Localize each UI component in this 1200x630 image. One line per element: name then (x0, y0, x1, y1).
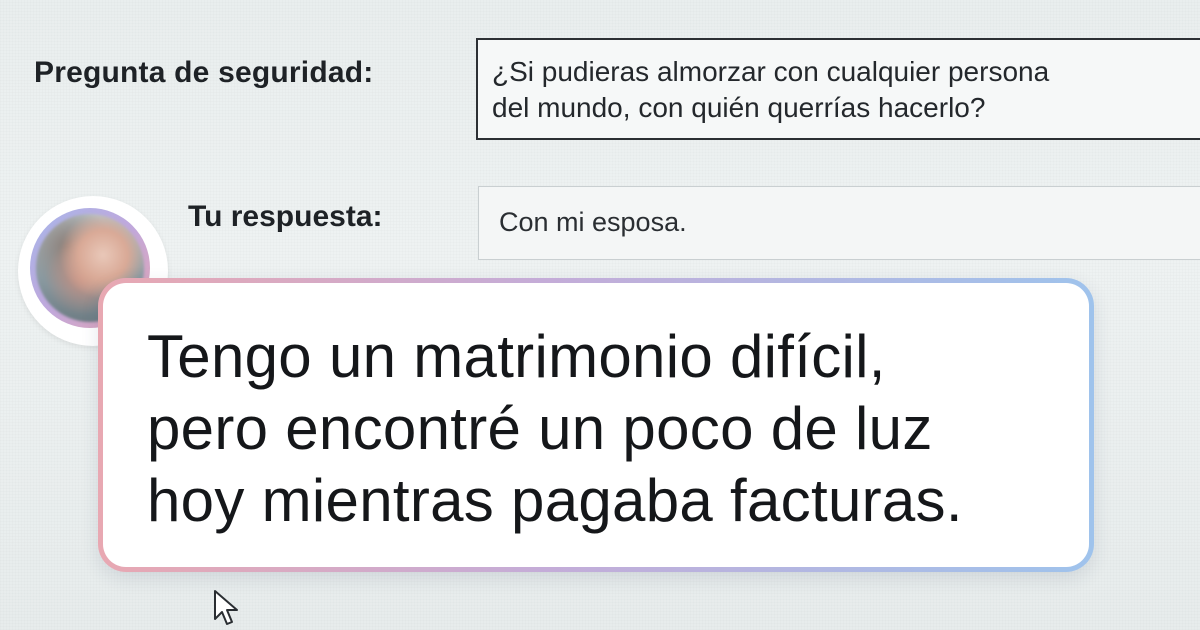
answer-value: Con mi esposa. (499, 207, 687, 237)
answer-input[interactable]: Con mi esposa. (478, 186, 1200, 260)
quote-card-body: Tengo un matrimonio difícil, pero encont… (103, 283, 1089, 567)
quote-line: Tengo un matrimonio difícil, (147, 323, 886, 390)
security-question-field[interactable]: ¿Si pudieras almorzar con cualquier pers… (476, 38, 1200, 140)
quote-line: pero encontré un poco de luz (147, 395, 933, 462)
mouse-pointer-icon (214, 590, 238, 625)
quote-card: Tengo un matrimonio difícil, pero encont… (98, 278, 1094, 572)
security-question-line: del mundo, con quién querrías hacerlo? (492, 92, 986, 123)
security-question-line: ¿Si pudieras almorzar con cualquier pers… (492, 56, 1050, 87)
security-question-label: Pregunta de seguridad: (34, 56, 374, 89)
answer-label: Tu respuesta: (188, 200, 383, 233)
quote-line: hoy mientras pagaba facturas. (147, 467, 963, 534)
